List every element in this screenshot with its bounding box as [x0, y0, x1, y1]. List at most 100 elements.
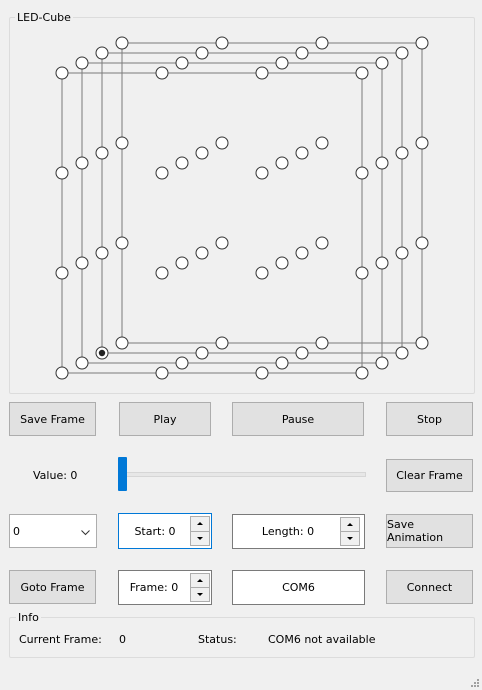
led-radio[interactable] [315, 36, 329, 50]
start-up-button[interactable] [190, 516, 210, 532]
led-radio[interactable] [155, 166, 169, 180]
led-radio[interactable] [95, 46, 109, 60]
slider-thumb[interactable] [118, 457, 127, 491]
led-radio[interactable] [155, 266, 169, 280]
led-radio[interactable] [115, 136, 129, 150]
arrow-up-icon [197, 579, 203, 582]
led-radio[interactable] [395, 246, 409, 260]
led-radio[interactable] [415, 336, 429, 350]
length-spin-text[interactable]: Length: 0 [233, 515, 343, 548]
start-spin-buttons [190, 516, 210, 546]
led-radio[interactable] [355, 66, 369, 80]
led-radio[interactable] [375, 256, 389, 270]
frame-select[interactable]: 0 [9, 514, 97, 548]
led-radio[interactable] [395, 146, 409, 160]
led-radio[interactable] [75, 156, 89, 170]
led-radio[interactable] [95, 246, 109, 260]
led-radio[interactable] [115, 36, 129, 50]
arrow-down-icon [197, 536, 203, 540]
led-radio[interactable] [275, 356, 289, 370]
led-radio[interactable] [355, 266, 369, 280]
cube-layer-frame [121, 42, 423, 344]
length-spin-buttons [340, 517, 360, 546]
led-radio[interactable] [115, 336, 129, 350]
led-radio[interactable] [415, 36, 429, 50]
led-radio[interactable] [415, 136, 429, 150]
play-button[interactable]: Play [119, 402, 211, 436]
led-radio[interactable] [215, 236, 229, 250]
led-radio[interactable] [175, 156, 189, 170]
length-spinbox[interactable]: Length: 0 [232, 514, 365, 549]
current-frame-label: Current Frame: [19, 633, 102, 646]
led-radio[interactable] [255, 366, 269, 380]
led-radio[interactable] [415, 236, 429, 250]
led-radio[interactable] [175, 356, 189, 370]
led-radio[interactable] [75, 356, 89, 370]
goto-frame-button[interactable]: Goto Frame [9, 570, 96, 604]
frame-up-button[interactable] [190, 573, 210, 588]
led-radio[interactable] [55, 66, 69, 80]
length-down-button[interactable] [340, 532, 360, 546]
pause-button[interactable]: Pause [232, 402, 364, 436]
led-radio[interactable] [175, 256, 189, 270]
arrow-down-icon [347, 537, 353, 540]
led-radio[interactable] [215, 336, 229, 350]
led-radio[interactable] [55, 166, 69, 180]
frame-spinbox[interactable]: Frame: 0 [118, 570, 212, 605]
start-down-button[interactable] [190, 531, 210, 546]
led-radio[interactable] [95, 146, 109, 160]
led-radio[interactable] [215, 36, 229, 50]
led-radio[interactable] [115, 236, 129, 250]
start-spinbox[interactable]: Start: 0 [118, 513, 212, 549]
led-radio[interactable] [355, 366, 369, 380]
led-radio[interactable] [195, 46, 209, 60]
led-radio[interactable] [275, 56, 289, 70]
led-radio[interactable] [195, 246, 209, 260]
port-field[interactable]: COM6 [232, 570, 365, 605]
led-radio[interactable] [355, 166, 369, 180]
start-spin-text[interactable]: Start: 0 [119, 514, 191, 548]
led-radio[interactable] [155, 66, 169, 80]
led-selected-dot [98, 349, 106, 357]
led-radio[interactable] [375, 156, 389, 170]
length-up-button[interactable] [340, 517, 360, 532]
led-radio[interactable] [155, 366, 169, 380]
led-radio[interactable] [315, 236, 329, 250]
led-radio[interactable] [195, 146, 209, 160]
led-radio[interactable] [195, 346, 209, 360]
led-radio[interactable] [295, 346, 309, 360]
info-group-title: Info [16, 611, 41, 624]
led-radio[interactable] [75, 56, 89, 70]
led-radio[interactable] [395, 46, 409, 60]
save-frame-button[interactable]: Save Frame [9, 402, 96, 436]
led-radio[interactable] [175, 56, 189, 70]
led-radio[interactable] [275, 256, 289, 270]
value-slider[interactable] [118, 456, 366, 492]
cube-layer-frame [61, 72, 363, 374]
led-radio[interactable] [255, 66, 269, 80]
frame-spin-text[interactable]: Frame: 0 [119, 571, 189, 604]
led-radio[interactable] [275, 156, 289, 170]
cube-frame-lines [61, 42, 423, 374]
led-radio[interactable] [55, 266, 69, 280]
led-radio[interactable] [375, 56, 389, 70]
led-radio[interactable] [55, 366, 69, 380]
led-radio[interactable] [255, 166, 269, 180]
led-radio[interactable] [315, 336, 329, 350]
current-frame-value: 0 [119, 633, 126, 646]
led-radio[interactable] [255, 266, 269, 280]
stop-button[interactable]: Stop [386, 402, 473, 436]
resize-grip-icon[interactable] [470, 678, 480, 688]
led-radio[interactable] [215, 136, 229, 150]
led-radio[interactable] [375, 356, 389, 370]
led-radio[interactable] [75, 256, 89, 270]
led-radio[interactable] [295, 46, 309, 60]
led-radio[interactable] [295, 146, 309, 160]
led-radio[interactable] [295, 246, 309, 260]
connect-button[interactable]: Connect [386, 570, 473, 604]
led-radio[interactable] [315, 136, 329, 150]
clear-frame-button[interactable]: Clear Frame [386, 459, 473, 492]
led-radio[interactable] [395, 346, 409, 360]
frame-down-button[interactable] [190, 588, 210, 602]
save-animation-button[interactable]: Save Animation [386, 514, 473, 548]
